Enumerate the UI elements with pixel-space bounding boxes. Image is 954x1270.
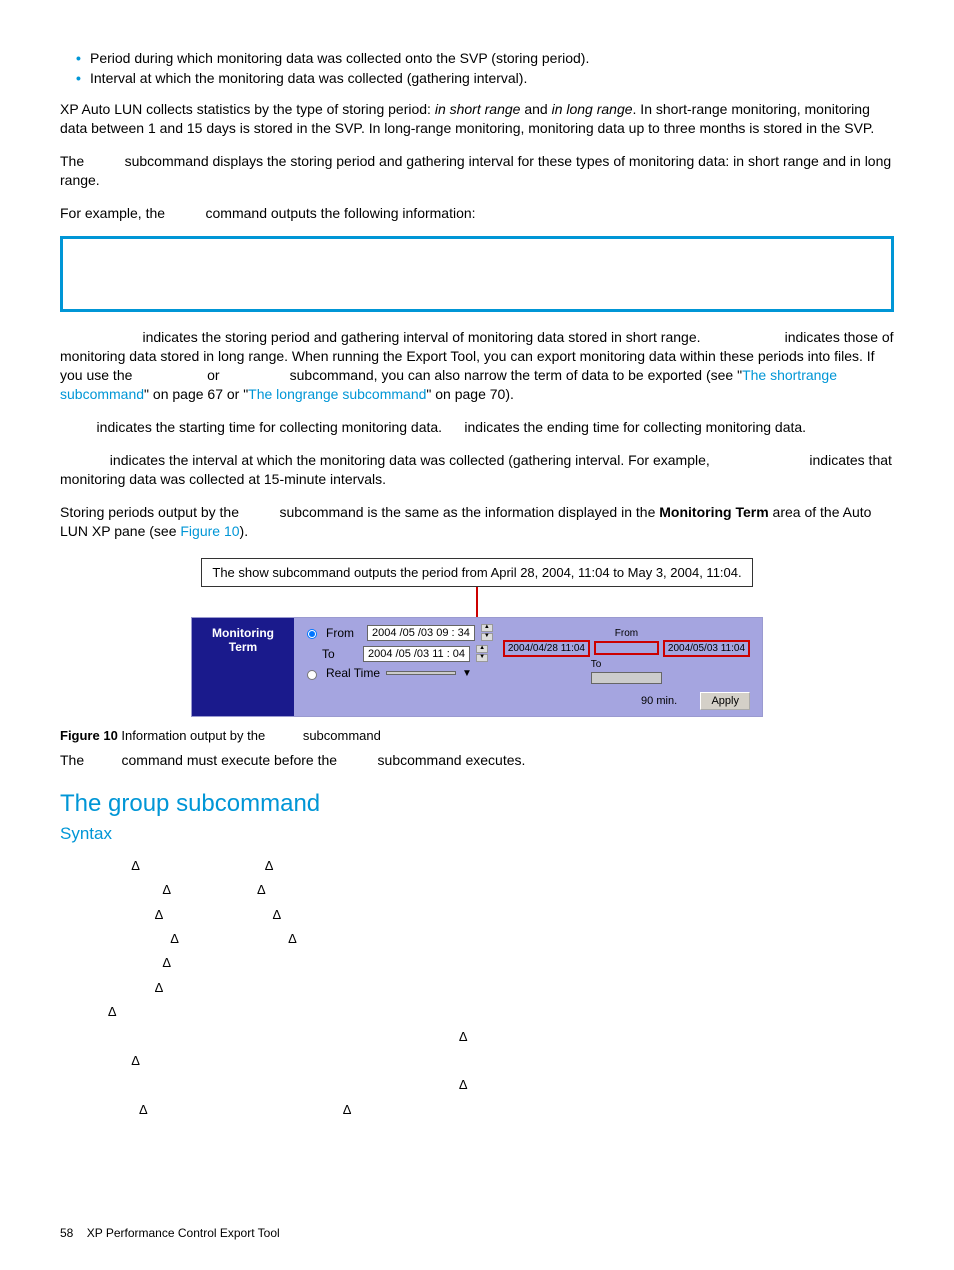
paragraph: For example, the show command outputs th… (60, 204, 894, 223)
duration-label: 90 min. (641, 695, 677, 707)
from-radio[interactable] (307, 629, 317, 639)
link-longrange[interactable]: The longrange subcommand (248, 386, 426, 402)
paragraph: The show subcommand displays the storing… (60, 152, 894, 190)
date-spinner[interactable]: ▲▼ (481, 624, 493, 641)
to-slider[interactable] (591, 672, 662, 684)
callout-connector (476, 587, 478, 617)
bullet-item: Period during which monitoring data was … (90, 50, 894, 66)
to-value-highlight: 2004/05/03 11:04 (663, 640, 750, 657)
section-heading-group: The group subcommand (60, 790, 894, 818)
bullet-list: Period during which monitoring data was … (60, 50, 894, 86)
bullet-item: Interval at which the monitoring data wa… (90, 70, 894, 86)
paragraph: Interval indicates the interval at which… (60, 451, 894, 489)
to-date-input[interactable]: 2004 /05 /03 11 : 04 (363, 646, 470, 662)
subsection-heading-syntax: Syntax (60, 824, 894, 844)
link-figure10[interactable]: Figure 10 (180, 523, 239, 539)
realtime-input[interactable] (386, 671, 456, 675)
syntax-block: Δ Δ Δ Δ Δ Δ Δ Δ Δ Δ Δ Δ Δ (100, 854, 894, 1122)
to-label: To (322, 647, 357, 661)
paragraph: The login command must execute before th… (60, 751, 894, 770)
from-label: From (326, 626, 361, 640)
realtime-radio[interactable] (307, 670, 317, 680)
from-value-highlight: 2004/04/28 11:04 (503, 640, 590, 657)
from-date-input[interactable]: 2004 /05 /03 09 : 34 (367, 625, 475, 641)
figure-caption: Figure 10 Information output by the show… (60, 727, 894, 745)
apply-button[interactable]: Apply (700, 692, 750, 710)
page-footer: 58 XP Performance Control Export Tool (60, 1226, 280, 1240)
from-slider[interactable] (594, 641, 659, 655)
code-output-box (60, 236, 894, 312)
paragraph: XP Auto LUN collects statistics by the t… (60, 100, 894, 138)
panel-title: Monitoring Term (192, 618, 294, 716)
date-spinner[interactable]: ▲▼ (476, 645, 488, 662)
paragraph: Storing periods output by the show subco… (60, 503, 894, 541)
paragraph: Short Range indicates the storing period… (60, 328, 894, 404)
monitoring-term-panel: Monitoring Term From 2004 /05 /03 09 : 3… (191, 617, 763, 717)
realtime-label: Real Time (326, 666, 380, 680)
figure-callout: The show subcommand outputs the period f… (201, 558, 752, 587)
figure-10: The show subcommand outputs the period f… (60, 558, 894, 717)
paragraph: From indicates the starting time for col… (60, 418, 894, 437)
slider-to-header: To (591, 659, 662, 670)
slider-from-header: From (594, 628, 659, 639)
